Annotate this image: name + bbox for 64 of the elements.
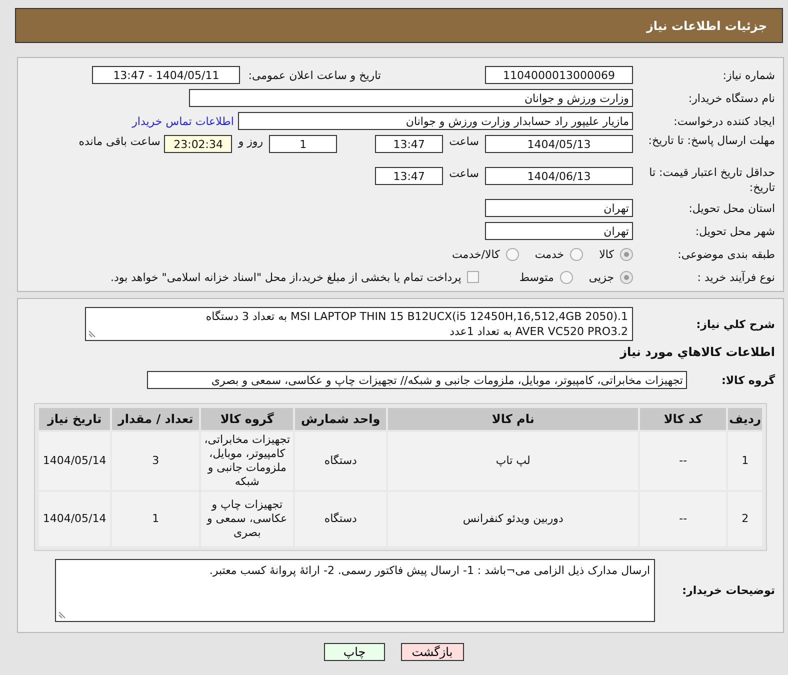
page-title: جزئیات اطلاعات نیاز [646, 18, 767, 32]
buyer-notes-field: ارسال مدارک ذیل الزامی می¬باشد : 1- ارسال پیش فاکتور رسمی. 2- ارائۀ پروانۀ کسب معتبر. [55, 559, 655, 622]
city-field: تهران [485, 222, 633, 240]
buyer-org-field: وزارت ورزش و جوانان [189, 89, 633, 107]
radio-label: خدمت [534, 248, 564, 260]
province-field: تهران [485, 199, 633, 217]
column-header: تعداد / مقدار [112, 408, 200, 430]
table-cell: تجهیزات مخابراتی، کامپیوتر، موبایل، ملزومات جانبی و شبکه [201, 432, 294, 490]
radio-label: کالا/خدمت [452, 248, 500, 260]
field-label: ایجاد کننده درخواست: [672, 114, 775, 128]
radio-label: کالا [599, 248, 614, 260]
table-cell: دستگاه [295, 492, 386, 546]
field-label: توضیحات خریدار: [681, 584, 775, 597]
radio-label: متوسط [519, 270, 554, 284]
field-label: ساعت باقی مانده [78, 135, 160, 148]
checkbox-label: پرداخت تمام یا بخشی از مبلغ خرید،از محل "اسناد خزانه اسلامی" خواهد بود. [110, 270, 462, 284]
field-label: مهلت ارسال پاسخ: تا تاریخ: [647, 133, 775, 148]
field-label: نام دستگاه خریدار: [687, 92, 775, 104]
field-label: ساعت [449, 135, 479, 148]
column-header: ردیف [728, 408, 762, 430]
table-cell: دوربین ویدئو کنفرانس [388, 492, 638, 546]
table-cell: -- [640, 492, 726, 546]
field-label: طبقه بندی موضوعی: [676, 248, 775, 260]
table-cell: 1 [728, 432, 762, 490]
action-button[interactable]: بازگشت [400, 643, 464, 661]
date-field: 1404/06/13 [485, 167, 633, 185]
table-cell: 1 [112, 492, 200, 546]
field-label: نوع فرآیند خرید : [696, 270, 775, 284]
time-field: 13:47 [375, 167, 444, 185]
column-header: نام کالا [388, 408, 638, 430]
date-field: 1404/05/13 [485, 135, 633, 153]
field-label: روز و [238, 135, 264, 148]
table-cell: 3 [112, 432, 200, 490]
time-field: 13:47 [375, 135, 444, 153]
column-header: کد کالا [640, 408, 726, 430]
section-heading: اطلاعات کالاهاي مورد نياز [618, 345, 775, 359]
column-header: واحد شمارش [295, 408, 386, 430]
goods-group-field: تجهیزات مخابراتی، کامپیوتر، موبایل، ملزومات جانبی و شبکه// تجهیزات چاپ و عکاسی، سمعی و بصری [147, 371, 687, 389]
days-field: 1 [269, 135, 338, 153]
table-cell: تجهیزات چاپ و عکاسی، سمعی و بصری [201, 492, 294, 546]
table-cell: دستگاه [295, 432, 386, 490]
description-field: 1.MSI LAPTOP THIN 15 B12UCX(i5 12450H,16,512,4GB 2050) به تعداد 3 دستگاه 2.AVER VC520 PRO3 به تعداد 1عدد [85, 307, 633, 341]
table-cell: -- [640, 432, 726, 490]
table-cell: 1404/05/14 [39, 492, 110, 546]
field-label: استان محل تحویل: [688, 202, 775, 214]
radio-label: جزیی [588, 270, 614, 284]
table-cell: لپ تاپ [388, 432, 638, 490]
column-header: تاریخ نیاز [39, 408, 110, 430]
requester-field: مازیار علیپور راد حسابدار وزارت ورزش و جوانان [238, 112, 633, 130]
field-label: ساعت [449, 167, 479, 180]
need-number-field: 1104000013000069 [485, 66, 633, 84]
field-label: شهر محل تحویل: [694, 224, 775, 238]
table-cell: 2 [728, 492, 762, 546]
announce-date-field: 1404/05/11 - 13:47 [92, 66, 240, 84]
field-label: شماره نیاز: [722, 68, 775, 82]
table-cell: 1404/05/14 [39, 432, 110, 490]
field-label: تاریخ و ساعت اعلان عمومی: [248, 68, 381, 82]
field-label: شرح کلي نياز: [695, 318, 775, 330]
action-button[interactable]: چاپ [324, 643, 385, 661]
field-label: گروه کالا: [720, 374, 775, 386]
field-label: حداقل تاریخ اعتبار قیمت: تا تاریخ: [648, 165, 775, 195]
contact-link[interactable]: اطلاعات تماس خریدار [132, 114, 234, 128]
column-header: گروه کالا [201, 408, 294, 430]
countdown-field: 23:02:34 [164, 135, 232, 153]
